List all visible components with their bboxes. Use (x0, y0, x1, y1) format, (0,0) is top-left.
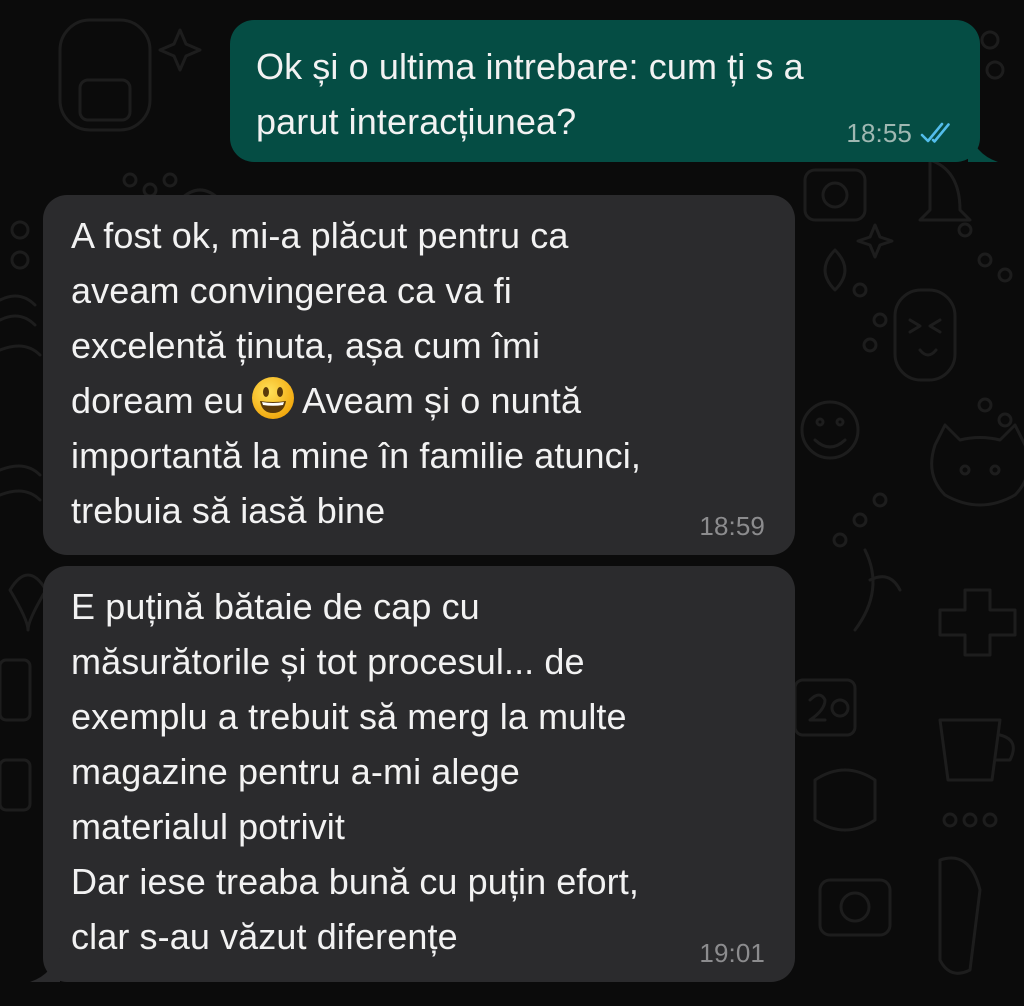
message-timestamp: 19:01 (699, 938, 765, 968)
double-check-read-icon (920, 122, 950, 143)
outgoing-message-bubble[interactable]: Ok și o ultima intrebare: cum ți s a par… (230, 20, 980, 162)
bubble-tail-incoming (30, 948, 60, 982)
message-meta: 18:55 (846, 118, 958, 148)
grinning-face-icon (252, 377, 295, 419)
message-timestamp: 18:55 (846, 118, 912, 148)
message-text-part: A fost ok, mi-a plăcut pentru ca aveam c… (71, 208, 767, 538)
message-meta: 18:59 (699, 511, 765, 541)
bubble-tail-outgoing (968, 128, 998, 162)
message-timestamp: 18:59 (699, 511, 765, 541)
incoming-message-bubble[interactable]: E puțină bătaie de cap cu măsurătorile ș… (43, 566, 795, 982)
message-meta: 19:01 (699, 938, 765, 968)
message-text: E puțină bătaie de cap cu măsurătorile ș… (71, 586, 639, 957)
incoming-message-bubble[interactable]: A fost ok, mi-a plăcut pentru ca aveam c… (43, 195, 795, 555)
